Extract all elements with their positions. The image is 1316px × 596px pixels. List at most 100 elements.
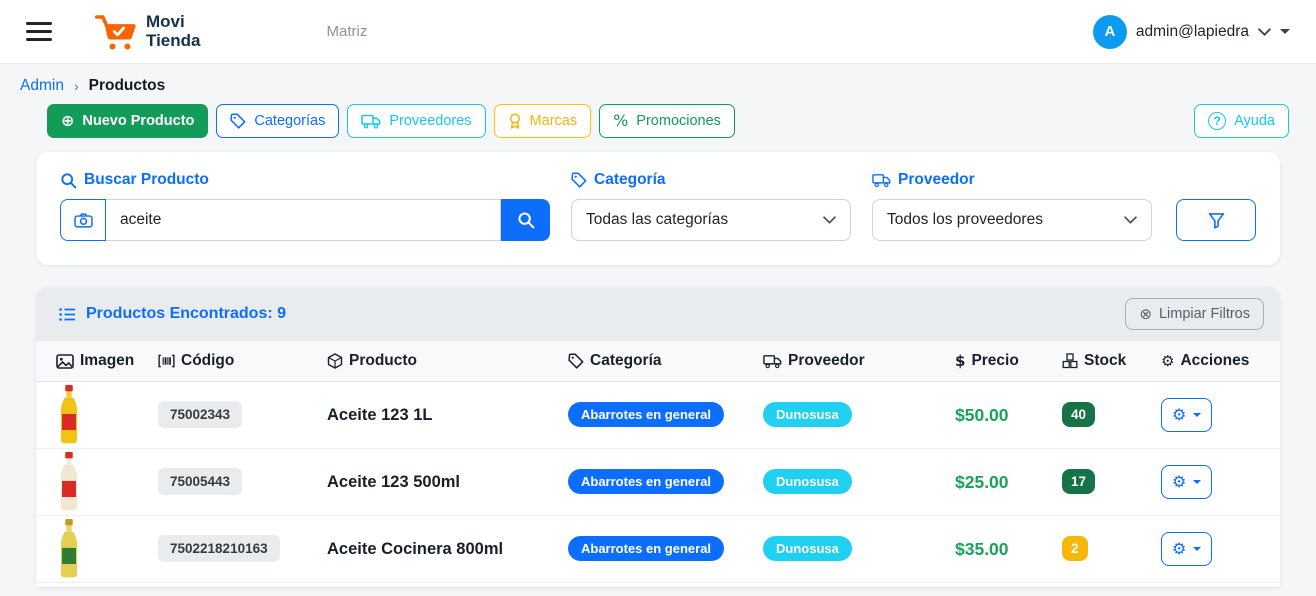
product-price: $50.00 <box>955 405 1009 425</box>
brand-line1: Movi <box>146 13 200 31</box>
provider-label: Proveedor <box>872 171 1256 189</box>
category-selected-value: Todas las categorías <box>586 211 728 229</box>
table-body: 75002343 Aceite 123 1L Abarrotes en gene… <box>36 382 1280 583</box>
oil-bottle-icon <box>56 519 82 579</box>
provider-badge: Dunosusa <box>763 469 852 494</box>
chevron-down-icon <box>1258 28 1271 36</box>
oil-bottle-icon <box>56 452 82 512</box>
new-product-button[interactable]: ⊕ Nuevo Producto <box>47 104 208 138</box>
provider-badge: Dunosusa <box>763 536 852 561</box>
cart-logo-icon <box>94 12 138 52</box>
user-email: admin@lapiedra <box>1136 23 1249 41</box>
results-panel: Productos Encontrados: 9 ⊗ Limpiar Filtr… <box>36 287 1280 587</box>
barcode-icon <box>158 354 175 368</box>
gear-icon: ⚙ <box>1172 541 1186 557</box>
tag-icon <box>568 353 584 369</box>
stock-badge: 2 <box>1062 536 1088 561</box>
row-actions-button[interactable]: ⚙ <box>1161 532 1212 566</box>
avatar: A <box>1093 15 1127 49</box>
caret-down-icon <box>1193 413 1201 417</box>
provider-selected-value: Todos los proveedores <box>887 211 1043 229</box>
funnel-icon <box>1208 212 1225 229</box>
caret-down-icon <box>1193 480 1201 484</box>
top-navbar: Movi Tienda Matriz A admin@lapiedra <box>0 0 1316 64</box>
x-circle-icon: ⊗ <box>1139 307 1152 322</box>
col-header-proveedor: Proveedor <box>763 341 955 382</box>
col-header-codigo: Código <box>158 341 327 382</box>
category-badge: Abarrotes en general <box>568 469 724 494</box>
product-name: Aceite 123 1L <box>327 406 432 424</box>
caret-down-icon <box>1193 547 1201 551</box>
category-badge: Abarrotes en general <box>568 536 724 561</box>
help-button[interactable]: ? Ayuda <box>1194 104 1289 138</box>
menu-button[interactable] <box>26 22 52 41</box>
product-name: Aceite Cocinera 800ml <box>327 540 503 558</box>
stock-badge: 40 <box>1062 402 1095 427</box>
image-icon <box>56 354 74 369</box>
package-icon <box>327 353 343 369</box>
tag-icon <box>230 113 246 129</box>
store-context-label: Matriz <box>326 23 367 40</box>
boxes-icon <box>1062 353 1078 369</box>
table-row: 7502218210163 Aceite Cocinera 800ml Abar… <box>36 516 1280 583</box>
plus-circle-icon: ⊕ <box>61 113 74 129</box>
advanced-filter-button[interactable] <box>1176 199 1256 241</box>
row-actions-button[interactable]: ⚙ <box>1161 465 1212 499</box>
col-header-acciones: ⚙ Acciones <box>1161 341 1280 382</box>
col-header-precio: $ Precio <box>955 341 1062 382</box>
clear-filters-button[interactable]: ⊗ Limpiar Filtros <box>1125 298 1264 330</box>
brand-line2: Tienda <box>146 32 200 50</box>
table-row: 75005443 Aceite 123 500ml Abarrotes en g… <box>36 449 1280 516</box>
col-header-stock: Stock <box>1062 341 1161 382</box>
category-select[interactable]: Todas las categorías <box>571 199 851 241</box>
row-actions-button[interactable]: ⚙ <box>1161 398 1212 432</box>
dollar-icon: $ <box>955 354 965 369</box>
gear-icon: ⚙ <box>1172 474 1186 490</box>
table-header-row: Imagen Código Producto <box>36 341 1280 382</box>
provider-badge: Dunosusa <box>763 402 852 427</box>
breadcrumb: Admin › Productos <box>0 64 1316 95</box>
providers-button[interactable]: Proveedores <box>347 104 485 138</box>
col-header-producto: Producto <box>327 341 568 382</box>
caret-down-icon <box>1280 29 1290 34</box>
promotions-button[interactable]: % Promociones <box>599 104 735 138</box>
product-image <box>56 385 82 445</box>
search-button[interactable] <box>501 199 550 241</box>
search-panel: Buscar Producto <box>36 152 1280 265</box>
actions-toolbar: ⊕ Nuevo Producto Categorías Proveedores … <box>0 95 1316 138</box>
product-image <box>56 452 82 512</box>
search-column: Buscar Producto <box>60 171 550 241</box>
product-name: Aceite 123 500ml <box>327 473 460 491</box>
chevron-down-icon <box>1124 216 1137 224</box>
truck-icon <box>872 173 891 188</box>
category-column: Categoría Todas las categorías <box>571 171 851 241</box>
list-icon <box>59 307 76 322</box>
products-table: Imagen Código Producto <box>36 341 1280 583</box>
user-menu[interactable]: A admin@lapiedra <box>1093 15 1290 49</box>
camera-icon <box>74 213 93 228</box>
brand-logo[interactable]: Movi Tienda <box>94 12 200 52</box>
breadcrumb-admin-link[interactable]: Admin <box>20 77 64 95</box>
stock-badge: 17 <box>1062 469 1095 494</box>
search-input-group <box>60 199 550 241</box>
brands-button[interactable]: Marcas <box>494 104 592 138</box>
camera-search-button[interactable] <box>60 199 106 241</box>
provider-column: Proveedor Todos los proveedores <box>872 171 1256 241</box>
categories-button[interactable]: Categorías <box>216 104 339 138</box>
category-badge: Abarrotes en general <box>568 402 724 427</box>
search-input[interactable] <box>106 199 501 241</box>
chevron-down-icon <box>823 216 836 224</box>
question-circle-icon: ? <box>1208 112 1226 130</box>
table-row: 75002343 Aceite 123 1L Abarrotes en gene… <box>36 382 1280 449</box>
provider-select[interactable]: Todos los proveedores <box>872 199 1152 241</box>
search-icon <box>60 172 77 189</box>
percent-icon: % <box>613 113 628 129</box>
product-code-badge: 7502218210163 <box>158 535 280 562</box>
breadcrumb-current: Productos <box>89 77 166 95</box>
gear-icon: ⚙ <box>1172 407 1186 423</box>
col-header-categoria: Categoría <box>568 341 763 382</box>
brand-name: Movi Tienda <box>146 13 200 50</box>
oil-bottle-icon <box>56 385 82 445</box>
product-price: $25.00 <box>955 472 1009 492</box>
product-price: $35.00 <box>955 539 1009 559</box>
